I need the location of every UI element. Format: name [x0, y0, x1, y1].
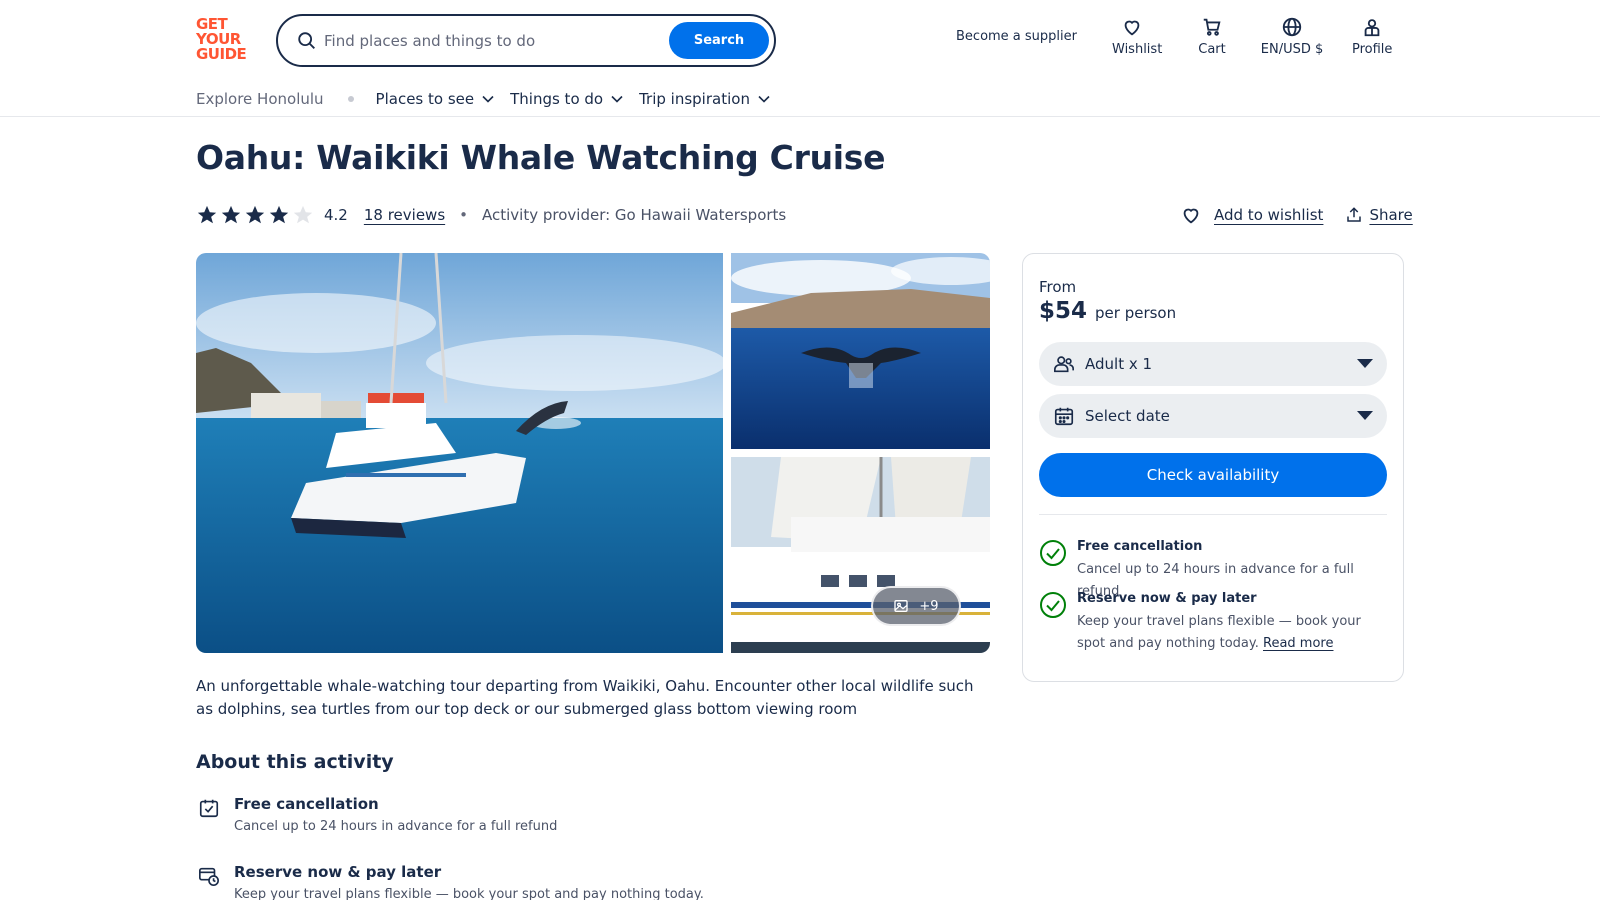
globe-icon	[1282, 17, 1302, 37]
star-filled-icon	[269, 205, 289, 224]
gallery-catamaran-photo[interactable]: +9	[731, 457, 990, 653]
about-item-title: Free cancellation	[234, 795, 379, 813]
catamaran-deck-photo	[731, 457, 990, 653]
about-free-cancellation: Free cancellation Cancel up to 24 hours …	[196, 795, 896, 839]
search-icon	[298, 32, 315, 49]
title-actions: Add to wishlist Share	[1180, 201, 1413, 229]
participants-value: Adult x 1	[1085, 355, 1153, 373]
subnav-places-to-see[interactable]: Places to see	[376, 90, 495, 108]
check-availability-button[interactable]: Check availability	[1039, 453, 1387, 497]
image-icon	[894, 600, 909, 612]
heart-icon	[1124, 20, 1140, 36]
site-header: GET YOUR GUIDE Search Become a supplier …	[0, 0, 1600, 117]
participants-select[interactable]: Adult x 1	[1039, 342, 1387, 386]
rating-stars	[196, 204, 316, 226]
share-icon	[1347, 207, 1362, 222]
card-clock-icon	[199, 867, 219, 886]
nav-language-label: EN/USD $	[1260, 42, 1324, 57]
perk-title: Reserve now & pay later	[1077, 591, 1257, 606]
add-to-wishlist-button[interactable]: Add to wishlist	[1180, 204, 1323, 226]
profile-icon	[1364, 19, 1380, 37]
about-reserve-now: Reserve now & pay later Keep your travel…	[196, 863, 896, 900]
price-unit: per person	[1095, 304, 1177, 322]
become-supplier-link[interactable]: Become a supplier	[956, 29, 1077, 44]
read-more-link[interactable]: Read more	[1263, 636, 1333, 651]
perk-free-cancellation: Free cancellation Cancel up to 24 hours …	[1039, 539, 1389, 599]
star-filled-icon	[221, 205, 241, 224]
date-select[interactable]: Select date	[1039, 394, 1387, 438]
star-filled-icon	[197, 205, 217, 224]
gallery-whale-tail-photo[interactable]	[731, 253, 990, 449]
subnav-trip-label: Trip inspiration	[639, 90, 750, 108]
share-label: Share	[1369, 206, 1413, 224]
about-item-text: Keep your travel plans flexible — book y…	[234, 887, 704, 900]
star-filled-icon	[245, 205, 265, 224]
about-item-title: Reserve now & pay later	[234, 863, 442, 881]
catamaran-whale-photo	[196, 253, 723, 653]
activity-provider: Activity provider: Go Hawaii Watersports	[482, 206, 787, 224]
about-item-text: Cancel up to 24 hours in advance for a f…	[234, 819, 558, 834]
subnav-things-label: Things to do	[510, 90, 604, 108]
subnav-places-label: Places to see	[375, 90, 475, 108]
whale-tail-photo	[731, 253, 990, 449]
nav-cart[interactable]: Cart	[1197, 16, 1227, 57]
subnav-trip-inspiration[interactable]: Trip inspiration	[639, 90, 770, 108]
subnav-separator	[347, 96, 354, 102]
chevron-down-icon	[482, 95, 494, 103]
cart-icon	[1203, 18, 1221, 36]
reviews-link[interactable]: 18 reviews	[364, 206, 445, 224]
booking-card: From $54 per person Adult x 1 Select dat…	[1022, 253, 1404, 682]
search-input[interactable]	[324, 26, 654, 56]
gallery-main-photo[interactable]	[196, 253, 723, 653]
calendar-icon	[1053, 405, 1075, 427]
price-from-label: From	[1039, 278, 1077, 296]
gallery-more-count: +9	[919, 598, 939, 614]
check-circle-icon	[1040, 540, 1066, 566]
perk-text-block: Keep your travel plans flexible — book y…	[1077, 611, 1387, 655]
about-activity-heading: About this activity	[196, 751, 394, 773]
nav-wishlist-label: Wishlist	[1112, 42, 1163, 57]
brand-logo[interactable]: GET YOUR GUIDE	[196, 17, 254, 63]
search-button[interactable]: Search	[669, 22, 769, 59]
caret-down-icon	[1357, 411, 1373, 420]
rating-separator: •	[459, 206, 468, 224]
perk-title: Free cancellation	[1077, 539, 1203, 554]
nav-wishlist[interactable]: Wishlist	[1112, 16, 1162, 57]
price-row: $54 per person	[1039, 298, 1176, 324]
nav-language-currency[interactable]: EN/USD $	[1259, 16, 1325, 57]
activity-description: An unforgettable whale-watching tour dep…	[196, 677, 974, 718]
heart-icon	[1183, 208, 1199, 224]
price-value: $54	[1039, 298, 1088, 324]
nav-profile-label: Profile	[1352, 42, 1393, 57]
nav-profile[interactable]: Profile	[1352, 16, 1392, 57]
calendar-check-icon	[199, 799, 219, 818]
gallery-more-button[interactable]: +9	[871, 586, 961, 626]
caret-down-icon	[1357, 359, 1373, 368]
logo-line-3: GUIDE	[196, 45, 247, 63]
star-empty-icon	[293, 205, 313, 224]
sub-navigation: Explore Honolulu Places to see Things to…	[196, 87, 786, 111]
rating-value: 4.2	[324, 206, 348, 224]
subnav-things-to-do[interactable]: Things to do	[510, 90, 623, 108]
check-circle-icon	[1040, 592, 1066, 618]
perk-reserve-now: Reserve now & pay later Keep your travel…	[1039, 591, 1389, 661]
card-divider	[1039, 514, 1387, 515]
page-title: Oahu: Waikiki Whale Watching Cruise	[196, 138, 886, 177]
date-placeholder: Select date	[1085, 407, 1170, 425]
chevron-down-icon	[611, 95, 623, 103]
explore-link[interactable]: Explore Honolulu	[196, 90, 324, 108]
add-to-wishlist-label: Add to wishlist	[1214, 206, 1324, 224]
nav-cart-label: Cart	[1198, 42, 1226, 57]
participants-icon	[1053, 353, 1075, 375]
chevron-down-icon	[758, 95, 770, 103]
share-button[interactable]: Share	[1345, 206, 1413, 224]
rating-row: 4.2 18 reviews • Activity provider: Go H…	[196, 201, 786, 229]
search-bar: Search	[276, 14, 776, 67]
